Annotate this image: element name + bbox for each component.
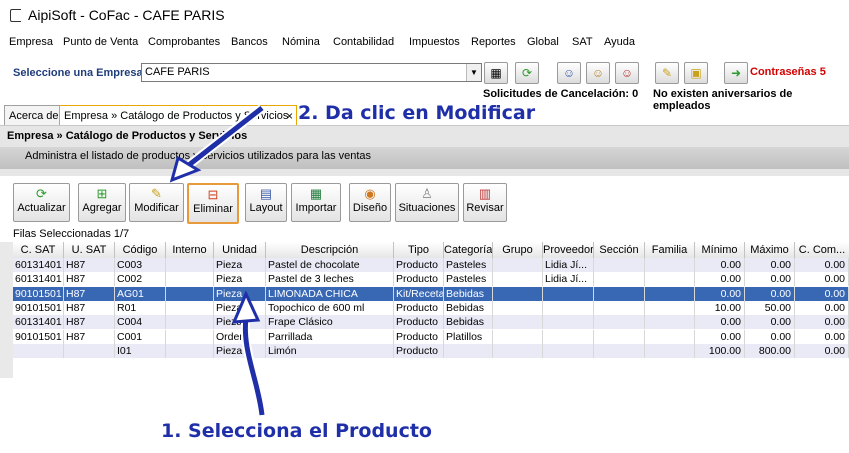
step2-annotation: 2. Da clic en Modificar xyxy=(298,102,536,124)
step1-annotation: 1. Selecciona el Producto xyxy=(161,420,432,442)
annotation-arrows xyxy=(169,104,267,416)
arrow-to-product xyxy=(231,290,267,416)
arrow-to-modificar xyxy=(169,104,265,183)
